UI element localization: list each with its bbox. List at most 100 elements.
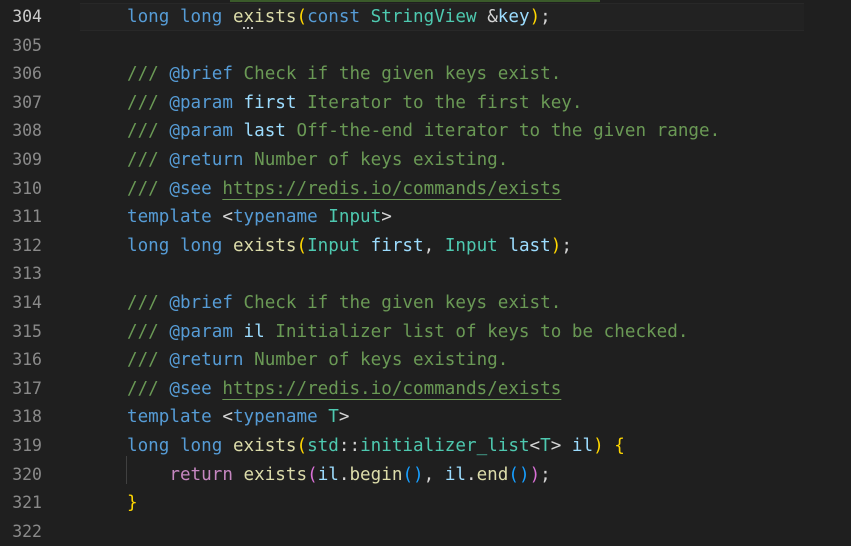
code-line[interactable]: /// @param first Iterator to the first k… (80, 89, 851, 117)
code-token: ( (307, 465, 318, 485)
code-token: @brief (169, 293, 233, 313)
code-token: typename (232, 407, 329, 427)
code-token: long long (127, 436, 233, 456)
code-token: ists (254, 7, 297, 27)
code-token: /// (127, 379, 170, 399)
code-token: il (317, 465, 339, 485)
code-token: > (550, 436, 572, 456)
code-line[interactable]: long long exists(Input first, Input last… (80, 232, 851, 260)
code-token: @brief (169, 64, 233, 84)
code-token: /// (127, 293, 170, 313)
code-line[interactable] (80, 518, 851, 546)
code-token: :: (338, 436, 361, 456)
code-token: < (222, 207, 233, 227)
code-token: initializer_list (360, 436, 530, 456)
code-token: last (508, 236, 551, 256)
code-token: ; (561, 236, 572, 256)
code-token: ) (593, 436, 615, 456)
doc-link[interactable]: https://redis.io/commands/exists (222, 379, 561, 399)
code-token: exists (232, 436, 297, 456)
line-number: 320 (12, 465, 42, 484)
code-token: const (307, 7, 371, 27)
code-token: /// (127, 179, 170, 199)
code-line[interactable]: return exists(il.begin(), il.end()); (80, 461, 851, 489)
code-token: . (338, 465, 350, 485)
code-token: @param (169, 322, 233, 342)
code-token: std (307, 436, 339, 456)
code-token: /// (127, 322, 170, 342)
code-token: ; (540, 7, 551, 27)
code-token: { (614, 436, 625, 456)
line-number: 322 (12, 522, 42, 541)
code-token: exists (243, 465, 308, 485)
code-token: first (370, 236, 424, 256)
code-line[interactable]: } (80, 489, 851, 517)
line-number: 304 (12, 7, 42, 26)
line-number: 313 (12, 264, 42, 283)
line-number: 312 (12, 236, 42, 255)
code-line[interactable]: template <typename Input> (80, 203, 851, 231)
code-token: Input (444, 236, 509, 256)
line-number: 306 (12, 64, 42, 83)
hover-underline (230, 0, 600, 2)
code-token: long long (127, 7, 233, 27)
code-token: @return (169, 150, 244, 170)
doc-link[interactable]: https://redis.io/commands/exists (222, 179, 561, 199)
line-number: 317 (12, 379, 42, 398)
code-line[interactable]: /// @param il Initializer list of keys t… (80, 318, 851, 346)
code-token: begin (349, 465, 403, 485)
code-token: first (243, 93, 297, 113)
code-token: ) (550, 236, 562, 256)
code-area[interactable]: long long exists(const StringView &key);… (80, 0, 851, 546)
code-line[interactable]: /// @brief Check if the given keys exist… (80, 60, 851, 88)
code-token: last (243, 121, 286, 141)
code-line[interactable]: long long exists(const StringView &key); (80, 3, 804, 31)
code-token: < (529, 436, 541, 456)
code-line[interactable]: /// @return Number of keys existing. (80, 346, 851, 374)
code-token: template (127, 207, 223, 227)
code-token: ( (296, 436, 308, 456)
code-token: } (127, 493, 138, 513)
code-line[interactable]: template <typename T> (80, 403, 851, 431)
line-number: 314 (12, 293, 42, 312)
code-token: > (338, 407, 350, 427)
code-token: Iterator to the first key. (296, 93, 583, 113)
line-number: 309 (12, 150, 42, 169)
code-line[interactable]: /// @brief Check if the given keys exist… (80, 289, 851, 317)
code-token: T (540, 436, 551, 456)
code-token: Initializer list of keys to be checked. (264, 322, 689, 342)
code-line[interactable]: /// @return Number of keys existing. (80, 146, 851, 174)
code-line[interactable] (80, 260, 851, 288)
code-token: Input (307, 236, 371, 256)
code-token: Number of keys existing. (243, 350, 509, 370)
code-token: end (476, 465, 509, 485)
code-line[interactable]: /// @see https://redis.io/commands/exist… (80, 175, 851, 203)
code-token: & (487, 7, 498, 27)
code-token: , (423, 236, 445, 256)
code-editor[interactable]: 304 305 306 307 308 309 310 311 312 313 314 315 316 3… (0, 0, 851, 546)
code-token: Check if the given keys exist. (232, 64, 562, 84)
line-number: 307 (12, 93, 42, 112)
code-line[interactable] (80, 32, 851, 60)
code-token: @see (169, 379, 212, 399)
code-line[interactable]: /// @param last Off-the-end iterator to … (80, 117, 851, 145)
code-token: /// (127, 64, 170, 84)
code-token: e (232, 7, 244, 27)
line-number: 305 (12, 36, 42, 55)
code-line[interactable]: /// @see https://redis.io/commands/exist… (80, 375, 851, 403)
code-token: ; (540, 465, 551, 485)
code-token: @see (169, 179, 212, 199)
code-token: return (169, 465, 244, 485)
code-line[interactable]: long long exists(std::initializer_list<T… (80, 432, 851, 460)
code-token: @return (169, 350, 244, 370)
code-token: long long (127, 236, 233, 256)
code-token: /// (127, 350, 170, 370)
code-token: Number of keys existing. (243, 150, 509, 170)
line-number: 316 (12, 350, 42, 369)
code-token: ( (296, 7, 308, 27)
code-token: il (571, 436, 594, 456)
code-token: /// (127, 150, 170, 170)
code-token: . (466, 465, 477, 485)
